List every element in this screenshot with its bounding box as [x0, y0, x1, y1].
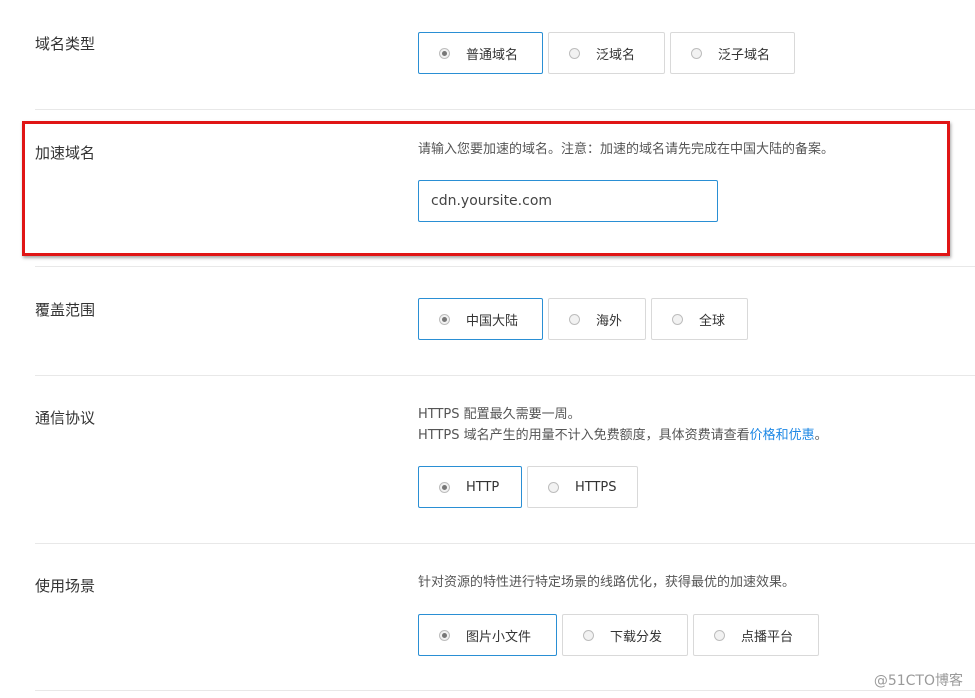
radio-dot-icon	[672, 313, 683, 325]
scenario-radio-group: 图片小文件 下载分发 点播平台	[418, 614, 824, 656]
radio-dot-icon	[569, 313, 580, 325]
protocol-desc-line1: HTTPS 配置最久需要一周。	[418, 407, 581, 422]
radio-http[interactable]: HTTP	[418, 466, 522, 508]
radio-wildcard-domain[interactable]: 泛域名	[548, 32, 665, 74]
radio-dot-icon	[439, 313, 450, 325]
coverage-label: 覆盖范围	[35, 301, 96, 319]
radio-label: HTTPS	[575, 479, 617, 495]
radio-global[interactable]: 全球	[651, 298, 748, 340]
radio-label: 全球	[699, 313, 726, 329]
radio-label: HTTP	[466, 479, 500, 495]
section-divider	[35, 266, 975, 267]
protocol-radio-group: HTTP HTTPS	[418, 466, 643, 508]
radio-dot-icon	[439, 629, 450, 641]
protocol-desc-line2: HTTPS 域名产生的用量不计入免费额度，具体资费请查看价格和优惠。	[418, 425, 828, 446]
section-divider	[35, 543, 975, 544]
section-divider	[35, 690, 975, 691]
radio-vod-platform[interactable]: 点播平台	[693, 614, 819, 656]
coverage-radio-group: 中国大陆 海外 全球	[418, 298, 753, 340]
section-divider	[35, 109, 975, 110]
radio-label: 图片小文件	[466, 629, 532, 645]
domain-type-label: 域名类型	[35, 35, 96, 53]
radio-label: 下载分发	[610, 629, 663, 645]
radio-label: 中国大陆	[466, 313, 519, 329]
highlight-annotation-box	[22, 121, 950, 256]
protocol-desc-suffix: 。	[814, 428, 828, 443]
radio-mainland-china[interactable]: 中国大陆	[418, 298, 543, 340]
radio-dot-icon	[439, 47, 450, 59]
protocol-label: 通信协议	[35, 409, 96, 427]
radio-download-distribution[interactable]: 下载分发	[562, 614, 688, 656]
radio-normal-domain[interactable]: 普通域名	[418, 32, 543, 74]
radio-label: 泛子域名	[718, 47, 771, 63]
scenario-label: 使用场景	[35, 577, 96, 595]
radio-dot-icon	[569, 47, 580, 59]
radio-dot-icon	[548, 481, 559, 493]
scenario-description: 针对资源的特性进行特定场景的线路优化，获得最优的加速效果。	[418, 575, 796, 590]
watermark: @51CTO博客	[873, 673, 963, 689]
radio-label: 点播平台	[741, 629, 794, 645]
pricing-link[interactable]: 价格和优惠	[750, 428, 815, 443]
radio-dot-icon	[714, 629, 725, 641]
radio-wildcard-subdomain[interactable]: 泛子域名	[670, 32, 795, 74]
protocol-description: HTTPS 配置最久需要一周。 HTTPS 域名产生的用量不计入免费额度，具体资…	[418, 404, 828, 446]
domain-type-radio-group: 普通域名 泛域名 泛子域名	[418, 32, 800, 74]
radio-label: 泛域名	[596, 47, 636, 63]
radio-small-files[interactable]: 图片小文件	[418, 614, 557, 656]
radio-dot-icon	[691, 47, 702, 59]
radio-label: 海外	[596, 313, 623, 329]
section-divider	[35, 375, 975, 376]
radio-overseas[interactable]: 海外	[548, 298, 646, 340]
radio-dot-icon	[583, 629, 594, 641]
radio-https[interactable]: HTTPS	[527, 466, 638, 508]
radio-label: 普通域名	[466, 47, 519, 63]
protocol-desc-prefix: HTTPS 域名产生的用量不计入免费额度，具体资费请查看	[418, 428, 750, 443]
radio-dot-icon	[439, 481, 450, 493]
